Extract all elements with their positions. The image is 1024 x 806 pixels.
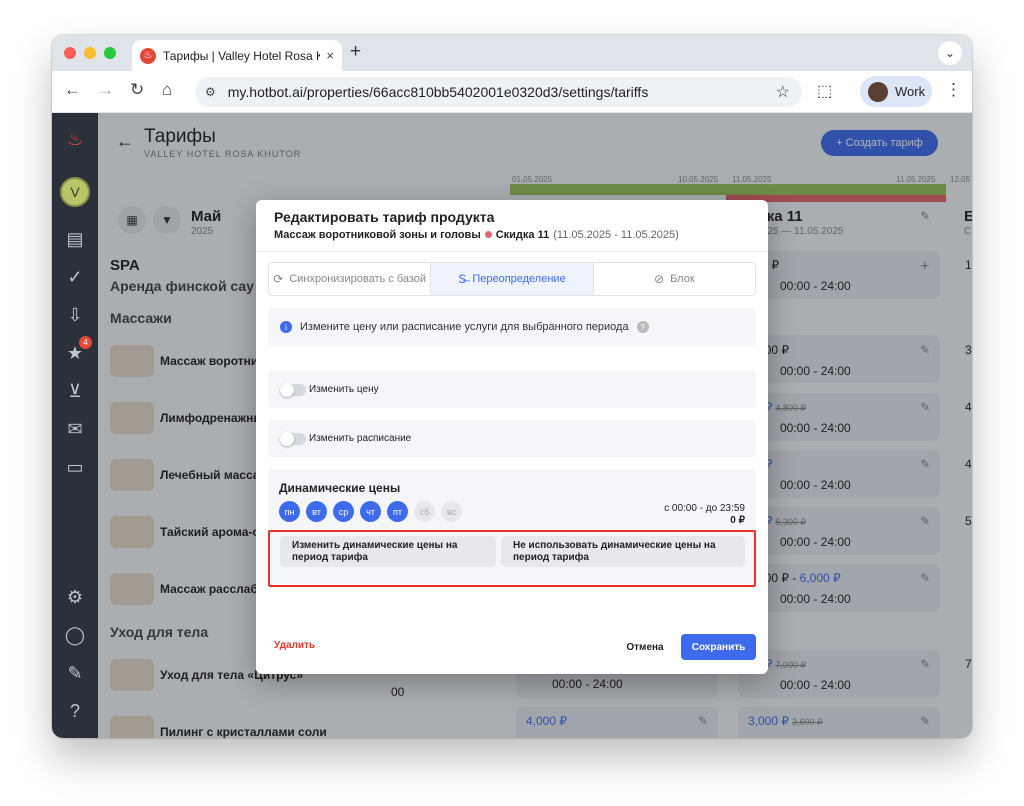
modal-subtitle: Массаж воротниковой зоны и головы Скидка … [274,229,679,241]
home-icon[interactable]: ⌂ [162,80,172,100]
save-button[interactable]: Сохранить [681,634,756,660]
cart-icon[interactable]: ⊻ [61,377,89,405]
maximize-window-button[interactable] [104,47,116,59]
weekday-selector: пн вт ср чт пт сб вс [279,501,468,522]
tab-override-label: Переопределение [472,273,566,285]
profile-button[interactable]: Work [860,76,932,107]
back-arrow-icon[interactable]: ← [64,80,81,100]
analytics-icon[interactable]: ▤ [61,225,89,253]
tab-sync-label: Синхронизировать с базой [289,273,427,285]
chat-icon[interactable]: ▭ [61,453,89,481]
tab-block-label: Блок [670,273,695,285]
change-price-label: Изменить цену [309,384,379,395]
day-wed[interactable]: ср [333,501,354,522]
tab-block[interactable]: ⊘ Блок [594,263,755,295]
time-range: с 00:00 - до 23:59 0 ₽ [664,503,745,527]
day-tue[interactable]: вт [306,501,327,522]
divider [256,251,768,252]
tab-bar: ♨ Тарифы | Valley Hotel Rosa Kh × + ⌄ [52,35,972,71]
forward-arrow-icon[interactable]: → [97,80,114,100]
tab-override[interactable]: S̶ Переопределение [431,263,594,295]
promo-period: (11.05.2025 - 11.05.2025) [553,229,679,241]
url-field[interactable]: ⚙ my.hotbot.ai/properties/66acc810bb5402… [195,77,802,107]
block-icon: ⊘ [654,272,665,286]
address-bar: ← → ↻ ⌂ ⚙ my.hotbot.ai/properties/66acc8… [52,71,972,113]
avatar [868,81,888,102]
change-price-toggle-row: Изменить цену [268,371,756,408]
tab-search-chevron-icon[interactable]: ⌄ [938,41,962,65]
bookmark-star-icon[interactable]: ☆ [776,82,790,102]
profile-name: Work [895,84,926,99]
day-mon[interactable]: пн [279,501,300,522]
delete-button[interactable]: Удалить [274,640,315,651]
day-fri[interactable]: пт [387,501,408,522]
tab-sync[interactable]: ⟳ Синхронизировать с базой [269,263,432,295]
edit-tariff-modal: Редактировать тариф продукта Массаж воро… [256,200,768,674]
hotbot-logo-icon[interactable]: ♨ [61,125,89,153]
disable-dynamic-prices-button[interactable]: Не использовать динамические цены на пер… [501,536,745,567]
day-sat[interactable]: сб [414,501,435,522]
app: ♨ V ▤ ✓ ⇩ ★ 4 ⊻ ✉ ▭ ⚙ ◯ ✎ ? ← Тарифы VAL… [52,113,972,738]
minimize-window-button[interactable] [84,47,96,59]
change-schedule-toggle[interactable] [280,431,306,446]
tab-title: Тарифы | Valley Hotel Rosa Kh [163,48,321,63]
browser-menu-icon[interactable]: ⋮ [945,80,962,100]
help-question-icon[interactable]: ? [636,321,649,333]
settings-gear-icon[interactable]: ⚙ [61,583,89,611]
promo-name: Скидка 11 [495,229,550,241]
extensions-icon[interactable]: ⬚ [817,81,832,101]
info-icon: i [280,321,292,333]
change-price-toggle[interactable] [280,382,306,397]
mode-tabs: ⟳ Синхронизировать с базой S̶ Переопределе… [268,262,756,296]
sync-icon: ⟳ [273,272,284,286]
check-icon[interactable]: ✓ [61,263,89,291]
profile-icon[interactable]: ◯ [61,621,89,649]
change-schedule-label: Изменить расписание [309,433,412,444]
change-dynamic-prices-button[interactable]: Изменить динамические цены на период тар… [280,536,496,567]
strikethrough-icon: S̶ [458,272,467,286]
day-sun[interactable]: вс [441,501,462,522]
new-tab-button[interactable]: + [350,41,361,63]
sidebar: ♨ V ▤ ✓ ⇩ ★ 4 ⊻ ✉ ▭ ⚙ ◯ ✎ ? [52,113,98,738]
browser-tab[interactable]: ♨ Тарифы | Valley Hotel Rosa Kh × [132,40,342,71]
mail-icon[interactable]: ✉ [61,415,89,443]
time-range-text: с 00:00 - до 23:59 [664,503,745,514]
modal-title: Редактировать тариф продукта [274,209,495,225]
cancel-button[interactable]: Отмена [614,634,676,660]
browser-window: ♨ Тарифы | Valley Hotel Rosa Kh × + ⌄ ← … [52,35,972,738]
time-range-price: 0 ₽ [730,515,745,526]
info-banner: i Измените цену или расписание услуги дл… [268,308,756,346]
property-logo[interactable]: V [60,177,90,207]
reload-icon[interactable]: ↻ [130,80,144,100]
inbox-download-icon[interactable]: ⇩ [61,301,89,329]
flame-icon: ♨ [140,47,156,64]
notification-badge: 4 [79,336,92,349]
change-schedule-toggle-row: Изменить расписание [268,420,756,457]
help-icon[interactable]: ? [61,697,89,725]
site-settings-icon[interactable]: ⚙ [205,85,216,99]
dynamic-prices-title: Динамические цены [279,481,401,495]
tab-close-icon[interactable]: × [326,48,334,63]
close-window-button[interactable] [64,47,76,59]
info-text: Измените цену или расписание услуги для … [300,321,629,333]
day-thu[interactable]: чт [360,501,381,522]
product-name: Массаж воротниковой зоны и головы [274,229,481,241]
url-text: my.hotbot.ai/properties/66acc810bb540200… [227,84,649,100]
promo-dot [484,231,492,238]
pencil-icon[interactable]: ✎ [61,659,89,687]
